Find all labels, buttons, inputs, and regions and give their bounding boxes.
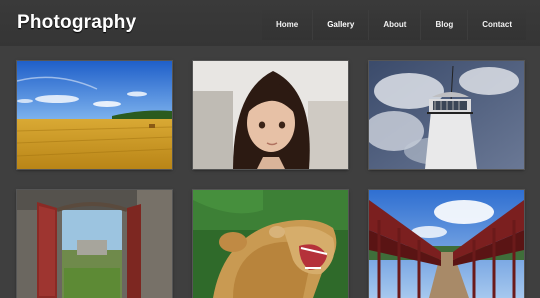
lighthouse-image: [369, 61, 524, 169]
bridge-image: [369, 190, 524, 298]
red-door-image: [17, 190, 172, 298]
photo-bridge[interactable]: [368, 189, 525, 298]
main-nav: Home Gallery About Blog Contact: [261, 10, 526, 40]
photo-lighthouse[interactable]: [368, 60, 525, 170]
photo-lion[interactable]: [192, 189, 349, 298]
nav-about[interactable]: About: [368, 10, 421, 40]
nav-contact[interactable]: Contact: [467, 10, 526, 40]
photo-wheat-field[interactable]: [16, 60, 173, 170]
lion-image: [193, 190, 348, 298]
photo-girl-portrait[interactable]: [192, 60, 349, 170]
wheat-field-image: [17, 61, 172, 169]
girl-portrait-image: [193, 61, 348, 169]
nav-blog[interactable]: Blog: [420, 10, 468, 40]
nav-home[interactable]: Home: [261, 10, 313, 40]
site-logo-title[interactable]: Photography: [17, 12, 136, 34]
site-header: Photography Home Gallery About Blog Cont…: [0, 0, 540, 46]
photo-red-door[interactable]: [16, 189, 173, 298]
nav-gallery[interactable]: Gallery: [312, 10, 369, 40]
